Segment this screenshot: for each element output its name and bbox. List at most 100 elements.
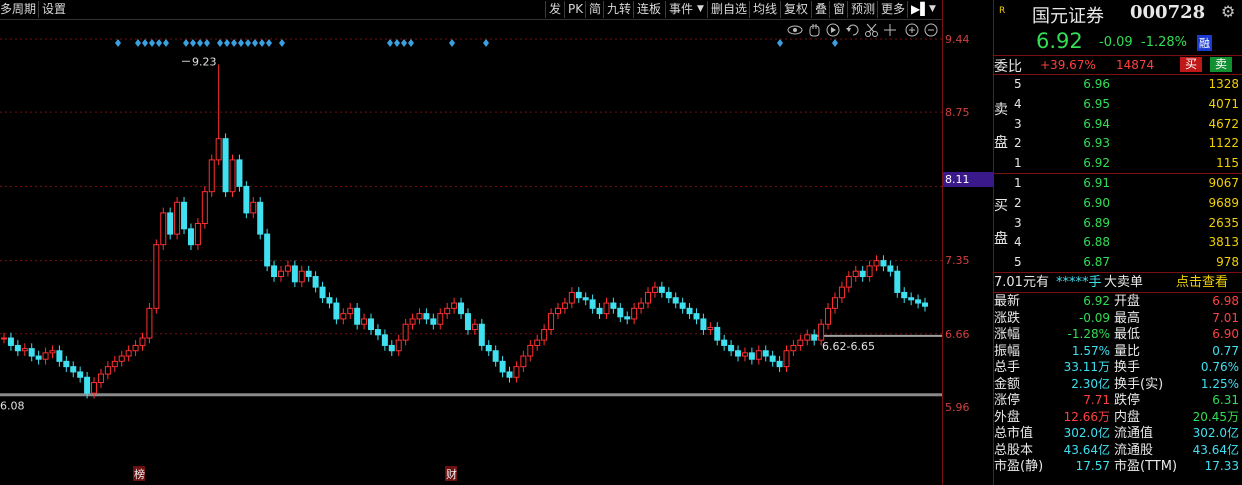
stat-value: 43.64亿 — [1192, 442, 1239, 457]
level-number: 1 — [1014, 176, 1022, 190]
order-book-row[interactable]: 4 6.95 4071 — [994, 95, 1242, 113]
stat-label: 涨幅 — [994, 327, 1021, 342]
adjust-button[interactable]: 复权 — [780, 1, 811, 18]
signal-diamond — [156, 39, 162, 47]
order-book-row[interactable]: 3 6.94 4672 — [994, 115, 1242, 133]
stat-row: 涨停 7.71 跌停 6.31 — [994, 392, 1242, 409]
buy-button[interactable]: 买 — [1180, 57, 1203, 72]
stat-value: 7.71 — [1083, 393, 1110, 407]
sell-button[interactable]: 卖 — [1210, 57, 1233, 72]
candle-body — [91, 382, 98, 394]
candle-body — [118, 355, 125, 362]
candle-body — [520, 355, 527, 368]
candle-body — [741, 352, 748, 357]
order-book-row[interactable]: 1 6.92 115 — [994, 154, 1242, 172]
settings-button[interactable]: 设置 — [38, 1, 69, 18]
signal-diamond — [483, 39, 489, 47]
stat-row: 总市值 302.0亿 流通值 302.0亿 — [994, 425, 1242, 442]
level-number: 2 — [1014, 136, 1022, 151]
order-book-row[interactable]: 1 6.91 9067 — [994, 174, 1242, 192]
signal-diamond — [245, 39, 251, 47]
candle-body — [499, 360, 506, 373]
overlay-button[interactable]: 叠 — [811, 1, 830, 18]
stat-label: 金额 — [994, 376, 1021, 392]
candle-body — [866, 265, 873, 278]
event-marker-label: 财 — [446, 467, 457, 481]
toolbar-event-button[interactable]: 事件 — [665, 1, 696, 18]
candle-body — [658, 286, 665, 293]
multi-period-button[interactable]: 多周期 — [0, 1, 36, 18]
y-tick-label: 5.96 — [945, 401, 970, 414]
price-axis: 9.44 8.75 7.35 6.66 5.96 8.11 — [942, 0, 993, 485]
big-order-row[interactable]: 7.01元有 *****手 大卖单 点击查看 — [994, 274, 1242, 292]
level-price: 6.93 — [1083, 136, 1110, 151]
signal-diamond — [231, 39, 237, 47]
event-dropdown-icon[interactable]: ▼ — [697, 1, 704, 18]
level-number: 5 — [1014, 255, 1022, 270]
candle-body — [721, 339, 728, 346]
toolbar-pk-button[interactable]: PK — [564, 1, 586, 18]
level-price: 6.90 — [1083, 195, 1110, 210]
candle-body — [825, 307, 832, 325]
candle-body — [305, 270, 312, 278]
candle-body — [312, 276, 319, 288]
candle-body — [873, 260, 880, 267]
signal-diamond — [217, 39, 223, 47]
level-volume: 978 — [1216, 255, 1239, 270]
level-price: 6.89 — [1083, 215, 1110, 230]
toolbar-fa-button[interactable]: 发 — [545, 1, 564, 18]
stock-name: 国元证券 — [1032, 6, 1104, 27]
more-button[interactable]: 更多 — [877, 1, 908, 18]
candle-body — [707, 326, 714, 331]
order-book-row[interactable]: 2 6.93 1122 — [994, 134, 1242, 152]
stat-value: -1.28% — [1067, 327, 1110, 341]
candle-body — [35, 355, 42, 360]
candle-body — [478, 323, 485, 346]
candle-body — [1, 337, 7, 340]
toolbar-limitup-button[interactable]: 连板 — [633, 1, 664, 18]
signal-diamond — [449, 39, 455, 47]
level-number: 2 — [1014, 195, 1022, 210]
candle-body — [187, 228, 194, 246]
signal-diamond — [142, 39, 148, 47]
level-price: 6.95 — [1083, 96, 1110, 111]
gear-icon[interactable]: ⚙ — [1221, 2, 1235, 21]
candle-body — [818, 323, 825, 341]
candle-body — [125, 350, 132, 357]
candle-body — [174, 201, 181, 235]
order-book-row[interactable]: 2 6.90 9689 — [994, 194, 1242, 212]
window-button[interactable]: 窗 — [829, 1, 848, 18]
stat-value: 1.57% — [1071, 343, 1110, 358]
candle-body — [291, 265, 298, 283]
more-dropdown-icon[interactable]: ▼ — [929, 1, 936, 18]
stat-value: 302.0亿 — [1192, 426, 1239, 440]
stock-code: 000728 — [1130, 2, 1206, 23]
candlestick-chart[interactable]: 9.23 6.08 6.62-6.65 榜 财 — [0, 20, 942, 485]
ma-button[interactable]: 均线 — [749, 1, 780, 18]
candle-body — [139, 337, 146, 346]
signal-diamond — [408, 39, 414, 47]
order-book-row[interactable]: 5 6.96 1328 — [994, 75, 1242, 93]
candle-body — [257, 201, 264, 235]
candle-body — [534, 339, 541, 346]
y-tick-label: 6.66 — [945, 328, 970, 341]
toolbar-simple-button[interactable]: 简 — [585, 1, 604, 18]
order-book-row[interactable]: 4 6.88 3813 — [994, 233, 1242, 251]
stat-label: 换手 — [1114, 360, 1141, 375]
stat-label: 内盘 — [1114, 409, 1141, 425]
big-order-view-link[interactable]: 点击查看 — [1176, 274, 1228, 292]
candle-body — [222, 138, 229, 193]
level-number: 3 — [1014, 116, 1022, 131]
candle-body — [506, 371, 513, 378]
candle-body — [811, 334, 818, 341]
candle-body — [146, 307, 153, 339]
candle-body — [513, 366, 520, 378]
y-tick-label: 7.35 — [945, 254, 970, 267]
order-book-row[interactable]: 3 6.89 2635 — [994, 214, 1242, 232]
y-tick-label: 8.75 — [945, 106, 970, 119]
toolbar-ninturn-button[interactable]: 九转 — [603, 1, 634, 18]
forecast-button[interactable]: 预测 — [847, 1, 878, 18]
order-book-row[interactable]: 5 6.87 978 — [994, 253, 1242, 271]
candle-body — [859, 270, 866, 278]
remove-watchlist-button[interactable]: 删自选 — [707, 1, 750, 18]
